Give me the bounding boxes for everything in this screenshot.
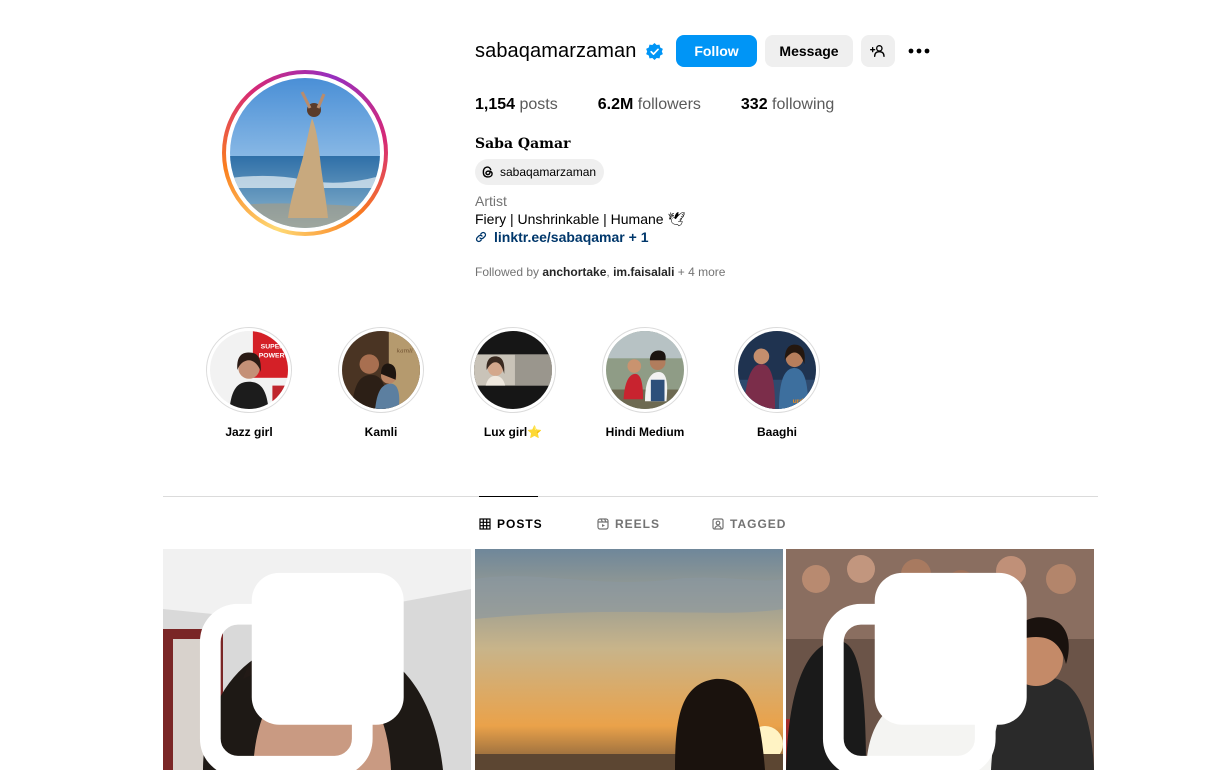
highlight-kamli[interactable]: kamli Kamli xyxy=(338,327,424,439)
link-icon xyxy=(475,231,487,243)
followed-by-prefix: Followed by xyxy=(475,265,543,279)
highlight-ring xyxy=(602,327,688,413)
followers-count: 6.2M xyxy=(597,96,634,113)
threads-badge[interactable]: sabaqamarzaman xyxy=(475,159,605,185)
highlight-baaghi[interactable]: urdu Baaghi xyxy=(734,327,820,439)
post-thumbnail[interactable] xyxy=(786,549,1094,770)
username-row: sabaqamarzaman xyxy=(475,35,664,67)
profile-avatar[interactable] xyxy=(222,70,388,236)
multiple-images-icon xyxy=(822,572,1027,770)
following-count: 332 xyxy=(740,96,768,113)
verified-badge-icon xyxy=(645,42,663,60)
highlight-lux-girl[interactable]: Lux girl⭐ xyxy=(470,327,556,439)
tab-reels[interactable]: REELS xyxy=(597,517,660,531)
highlight-label: Baaghi xyxy=(756,425,797,439)
link-more: + 1 xyxy=(624,229,649,245)
profile-bio: Fiery | Unshrinkable | Humane 🕊 xyxy=(475,211,686,227)
threads-icon xyxy=(482,166,493,178)
mutual-user-1[interactable]: anchortake xyxy=(542,265,606,279)
highlight-cover: urdu xyxy=(738,331,816,409)
followed-by-suffix: + 4 more xyxy=(674,265,726,279)
follow-button[interactable]: Follow xyxy=(676,35,757,67)
reels-icon xyxy=(597,518,609,530)
tagged-icon xyxy=(712,518,724,530)
highlight-ring: urdu xyxy=(734,327,820,413)
posts-stat: 1,154 posts xyxy=(475,96,558,114)
link-text: linktr.ee/sabaqamar xyxy=(494,229,625,245)
tab-reels-label: REELS xyxy=(615,517,661,531)
following-label: following xyxy=(767,96,835,113)
svg-text:kamli: kamli xyxy=(397,348,413,354)
highlight-label: Hindi Medium xyxy=(605,425,685,439)
post-thumbnail[interactable] xyxy=(163,549,471,770)
followers-label: followers xyxy=(633,96,701,113)
highlight-ring: SUPER POWER xyxy=(206,327,292,413)
profile-link[interactable]: linktr.ee/sabaqamar + 1 xyxy=(475,229,649,245)
tabs-divider xyxy=(163,496,1098,497)
highlight-cover: kamli xyxy=(342,331,420,409)
options-button[interactable] xyxy=(903,35,935,67)
suggest-users-button[interactable] xyxy=(861,35,895,67)
tab-tagged-label: TAGGED xyxy=(730,517,787,531)
followers-stat[interactable]: 6.2M followers xyxy=(598,96,701,114)
multiple-images-icon xyxy=(199,572,404,770)
posts-label: posts xyxy=(515,96,558,113)
active-tab-indicator xyxy=(479,496,538,497)
add-user-icon xyxy=(870,45,885,57)
more-options-icon xyxy=(908,48,930,54)
highlight-ring xyxy=(470,327,556,413)
highlight-ring: kamli xyxy=(338,327,424,413)
highlight-cover xyxy=(606,331,684,409)
svg-text:POWER: POWER xyxy=(259,352,285,359)
svg-text:SUPER: SUPER xyxy=(261,344,285,351)
highlight-label: Kamli xyxy=(364,425,398,439)
highlight-cover: SUPER POWER xyxy=(210,331,288,409)
highlight-cover xyxy=(474,331,552,409)
following-stat[interactable]: 332 following xyxy=(741,96,834,114)
grid-icon xyxy=(479,518,491,530)
post-image xyxy=(475,549,783,770)
highlight-hindi-medium[interactable]: Hindi Medium xyxy=(602,327,688,439)
posts-count: 1,154 xyxy=(475,96,516,113)
username: sabaqamarzaman xyxy=(475,39,637,62)
full-name: Saba Qamar xyxy=(475,136,571,152)
post-thumbnail[interactable] xyxy=(475,549,783,770)
tab-posts[interactable]: POSTS xyxy=(479,517,543,531)
message-button[interactable]: Message xyxy=(765,35,853,67)
tab-tagged[interactable]: TAGGED xyxy=(712,517,786,531)
tab-posts-label: POSTS xyxy=(497,517,543,531)
avatar-photo xyxy=(230,78,380,228)
profile-category: Artist xyxy=(475,193,507,209)
svg-text:urdu: urdu xyxy=(793,398,808,405)
mutual-user-2[interactable]: im.faisalali xyxy=(613,265,674,279)
followed-by[interactable]: Followed by anchortake, im.faisalali + 4… xyxy=(475,265,725,279)
profile-stats: 1,154 posts 6.2M followers 332 following xyxy=(475,96,874,114)
highlight-label: Lux girl⭐ xyxy=(483,425,543,439)
threads-handle: sabaqamarzaman xyxy=(500,165,597,179)
highlight-label: Jazz girl xyxy=(225,425,273,439)
highlight-jazz-girl[interactable]: SUPER POWER Jazz girl xyxy=(206,327,292,439)
avatar-border xyxy=(226,74,384,232)
